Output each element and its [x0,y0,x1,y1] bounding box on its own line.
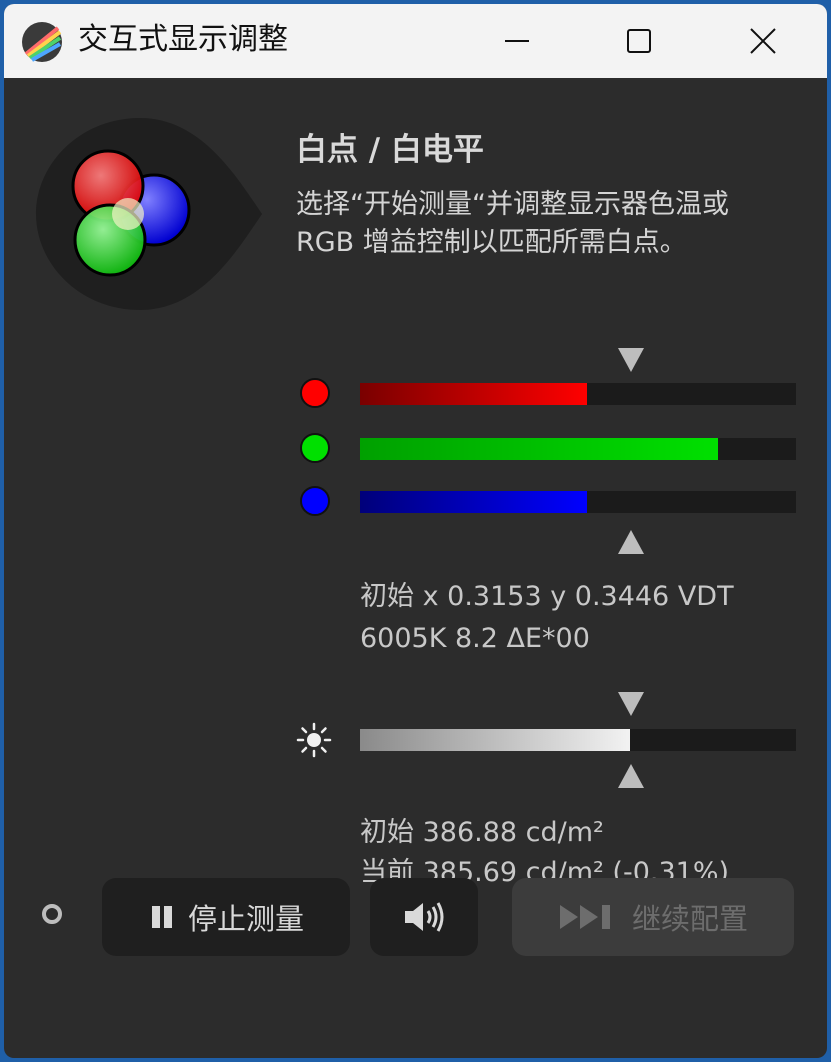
green-gain-fill [360,438,718,460]
luminance-target-marker-top [618,692,644,716]
whitepoint-info-line2: 6005K 8.2 ΔE*00 [360,623,590,654]
minimize-button[interactable] [462,4,572,78]
maximize-button[interactable] [584,4,694,78]
rgb-target-marker-bottom [618,530,644,554]
continue-calibration-label: 继续配置 [631,902,748,936]
blue-channel-indicator [300,486,330,516]
blue-gain-bar [360,491,796,513]
whitepoint-info-line1: 初始 x 0.3153 y 0.3446 VDT [360,581,734,612]
stop-measurement-button[interactable]: 停止测量 [102,878,350,956]
close-button[interactable] [708,4,818,78]
speaker-icon [405,902,444,932]
blue-gain-fill [360,491,587,513]
window: 交互式显示调整 白点 / 白电平 选择“开始测量“并调整显示器色温或 RGB 增… [4,4,827,1058]
section-description: 选择“开始测量“并调整显示器色温或 RGB 增益控制以匹配所需白点。 [296,189,729,258]
minimize-icon [505,40,529,42]
luminance-bar [360,729,796,751]
red-channel-indicator [300,378,330,408]
rgb-circles-logo [36,118,262,310]
luminance-initial: 初始 386.88 cd/m² [360,817,604,848]
green-gain-bar [360,438,796,460]
luminance-target-marker-bottom [618,764,644,788]
brightness-icon [296,722,332,758]
pause-icon [151,906,172,928]
status-indicator [42,904,62,924]
sound-toggle-button[interactable] [370,878,478,956]
stop-measurement-label: 停止测量 [187,902,304,936]
luminance-fill [360,729,631,751]
red-gain-bar [360,383,796,405]
red-gain-fill [360,383,587,405]
section-heading: 白点 / 白电平 [296,132,484,168]
maximize-icon [627,29,651,53]
displaycal-icon [22,22,62,62]
continue-calibration-button[interactable]: 继续配置 [512,878,794,956]
green-channel-indicator [300,433,330,463]
rgb-target-marker-top [618,348,644,372]
skip-forward-icon [559,905,610,929]
close-icon [750,28,776,54]
title-bar: 交互式显示调整 [4,4,827,78]
window-title: 交互式显示调整 [78,22,288,57]
content: 白点 / 白电平 选择“开始测量“并调整显示器色温或 RGB 增益控制以匹配所需… [4,78,827,1058]
